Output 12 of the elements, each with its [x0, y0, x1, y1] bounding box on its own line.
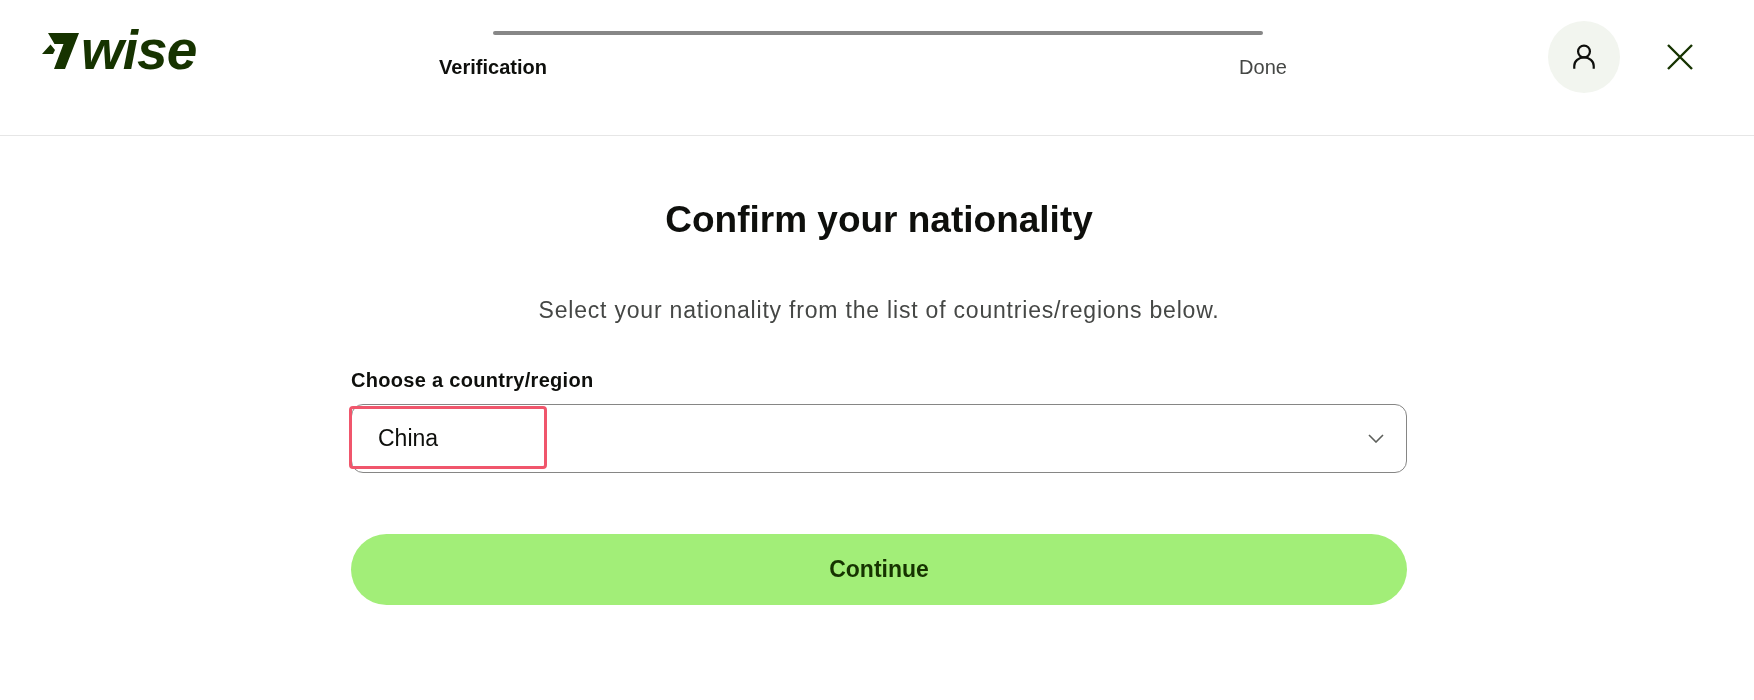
- wise-logo[interactable]: wise: [42, 30, 201, 70]
- step-label: Done: [1238, 55, 1288, 79]
- close-icon[interactable]: [1667, 44, 1693, 70]
- flag-icon: [42, 33, 79, 69]
- step-label: Verification: [438, 55, 548, 79]
- page-title: Confirm your nationality: [664, 198, 1094, 242]
- field-label: Choose a country/region: [351, 368, 595, 392]
- chevron-icon: [1368, 434, 1384, 443]
- continue-button[interactable]: Continue: [351, 534, 1407, 605]
- person-icon: [1573, 44, 1595, 70]
- country-select[interactable]: China: [351, 404, 1407, 473]
- instruction-text: Select your nationality from the list of countries/regions below.: [537, 296, 1221, 325]
